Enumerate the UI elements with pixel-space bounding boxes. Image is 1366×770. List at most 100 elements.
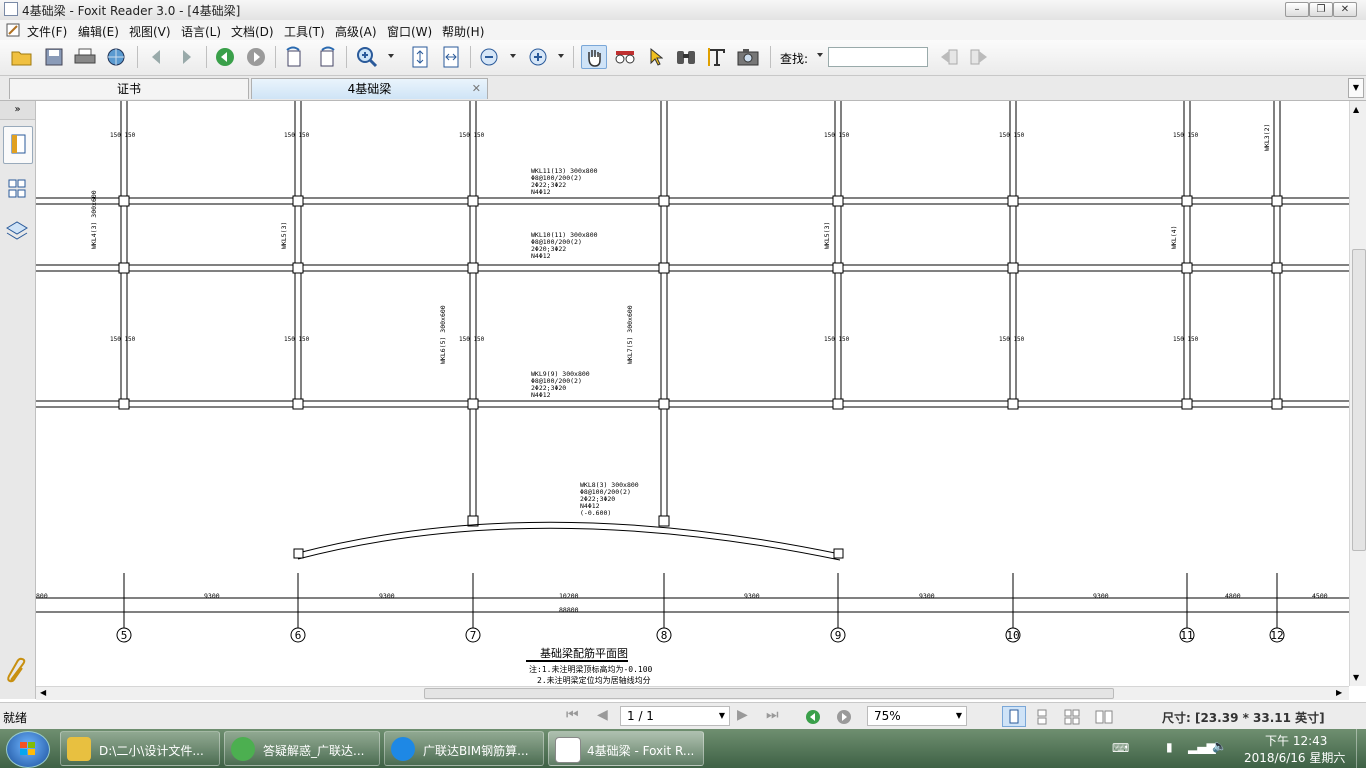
single-page-view-icon[interactable]	[1002, 706, 1026, 727]
zoom-dropdown-icon[interactable]: ▼	[956, 711, 962, 720]
minimize-button[interactable]: –	[1285, 2, 1309, 17]
dim-value: 800	[36, 592, 48, 600]
hand-tool-icon[interactable]	[581, 45, 607, 69]
menu-file[interactable]: 文件(F)	[27, 23, 67, 40]
menu-window[interactable]: 窗口(W)	[387, 23, 432, 40]
beam-label-wkl5: WKL5(3)	[823, 222, 831, 249]
tab-4-foundation-beam[interactable]: 4基础梁 ✕	[251, 78, 488, 99]
column-block	[1181, 195, 1193, 207]
horizontal-scrollbar[interactable]: ◀ ▶	[36, 686, 1349, 700]
column-dim-label: 150 150	[824, 336, 850, 343]
tab-close-icon[interactable]: ✕	[472, 79, 481, 99]
column-block	[292, 195, 304, 207]
beam-label-wkl11-side: N4Φ12	[531, 188, 551, 196]
continuous-facing-view-icon[interactable]	[1095, 709, 1113, 725]
back-arrow-icon[interactable]	[143, 45, 169, 69]
tray-device-icon[interactable]: ▮	[1166, 740, 1173, 754]
clock-time[interactable]: 下午 12:43	[1265, 732, 1327, 749]
menu-view[interactable]: 视图(V)	[129, 23, 171, 40]
search-input[interactable]	[828, 47, 928, 67]
zoom-in-dropdown[interactable]	[558, 54, 564, 58]
drawing-canvas: 150 150 150 150 150 150 150 150 150 150 150 1…	[36, 101, 1349, 685]
menu-tools[interactable]: 工具(T)	[284, 23, 325, 40]
menu-language[interactable]: 语言(L)	[181, 23, 221, 40]
save-icon[interactable]	[41, 45, 67, 69]
previous-page-icon[interactable]: ◀	[597, 707, 608, 723]
scroll-up-arrow[interactable]: ▲	[1353, 105, 1359, 114]
dim-value: 9300	[1093, 592, 1109, 600]
expand-panel-icon[interactable]: »	[0, 101, 35, 120]
find-previous-icon[interactable]	[936, 45, 962, 69]
print-icon[interactable]	[72, 45, 98, 69]
taskbar-item-explorer[interactable]: D:\二小\设计文件...	[60, 731, 220, 766]
page-dropdown-icon[interactable]: ▼	[719, 711, 725, 720]
menu-help[interactable]: 帮助(H)	[442, 23, 484, 40]
restore-button[interactable]: ❐	[1309, 2, 1333, 17]
show-desktop-button[interactable]	[1356, 729, 1366, 768]
go-back-icon[interactable]	[805, 709, 821, 725]
first-page-icon[interactable]: ⏮	[566, 707, 579, 723]
menu-advanced[interactable]: 高级(A)	[335, 23, 377, 40]
web-globe-icon[interactable]	[103, 45, 129, 69]
scroll-left-arrow[interactable]: ◀	[40, 688, 46, 697]
axis-number: 12	[1270, 629, 1283, 642]
keyboard-icon[interactable]: ⌨	[1112, 741, 1129, 755]
forward-arrow-icon[interactable]	[174, 45, 200, 69]
tab-list-dropdown[interactable]: ▼	[1348, 78, 1364, 98]
document-view[interactable]: 150 150 150 150 150 150 150 150 150 150 150 1…	[36, 101, 1349, 686]
menu-edit[interactable]: 编辑(E)	[78, 23, 119, 40]
taskbar-item-qa[interactable]: 答疑解惑_广联达...	[224, 731, 380, 766]
page-number-field[interactable]: 1 / 1 ▼	[620, 706, 730, 726]
select-arrow-icon[interactable]	[643, 45, 669, 69]
next-view-icon[interactable]	[243, 45, 269, 69]
page-thumbnails-icon[interactable]	[3, 171, 31, 207]
go-forward-icon[interactable]	[836, 709, 852, 725]
scroll-right-arrow[interactable]: ▶	[1336, 688, 1342, 697]
bookmarks-icon[interactable]	[3, 126, 33, 164]
find-binoculars-icon[interactable]	[673, 45, 699, 69]
clock-date[interactable]: 2018/6/16 星期六	[1244, 749, 1345, 766]
zoom-tool-icon[interactable]	[354, 45, 380, 69]
column-block	[832, 195, 844, 207]
column-dim-label: 150 150	[459, 132, 485, 139]
rotate-right-icon[interactable]	[313, 45, 339, 69]
zoom-in-icon[interactable]	[525, 45, 551, 69]
fit-page-icon[interactable]	[407, 45, 433, 69]
search-options-dropdown[interactable]	[817, 53, 823, 57]
next-page-icon[interactable]: ▶	[737, 707, 748, 723]
scroll-down-arrow[interactable]: ▼	[1353, 673, 1359, 682]
taskbar-item-foxit[interactable]: 4基础梁 - Foxit R...	[548, 731, 704, 766]
note-2: 2.未注明梁定位均为居轴线均分	[537, 675, 651, 685]
typewriter-text-icon[interactable]	[704, 45, 730, 69]
text-select-glasses-icon[interactable]	[612, 45, 638, 69]
volume-icon[interactable]: 🔈	[1212, 739, 1227, 753]
snapshot-camera-icon[interactable]	[735, 45, 761, 69]
fit-width-icon[interactable]	[438, 45, 464, 69]
tab-label: 4基础梁	[347, 82, 392, 96]
page-size-label: 尺寸: [23.39 * 33.11 英寸]	[1162, 711, 1325, 725]
rotate-left-icon[interactable]	[282, 45, 308, 69]
previous-view-icon[interactable]	[212, 45, 238, 69]
menu-document[interactable]: 文档(D)	[231, 23, 274, 40]
vertical-scroll-thumb[interactable]	[1352, 249, 1366, 551]
toolbar-separator	[573, 46, 574, 68]
axis-number: 11	[1180, 629, 1193, 642]
layers-icon[interactable]	[3, 213, 31, 249]
zoom-tool-dropdown[interactable]	[388, 54, 394, 58]
zoom-out-dropdown[interactable]	[510, 54, 516, 58]
facing-view-icon[interactable]	[1064, 709, 1080, 725]
open-folder-icon[interactable]	[9, 45, 35, 69]
continuous-view-icon[interactable]	[1034, 709, 1050, 725]
close-button[interactable]: ✕	[1333, 2, 1357, 17]
horizontal-scroll-thumb[interactable]	[424, 688, 1114, 699]
zoom-field[interactable]: 75% ▼	[867, 706, 967, 726]
last-page-icon[interactable]: ⏭	[766, 707, 779, 723]
taskbar-item-glodon[interactable]: 广联达BIM钢筋算...	[384, 731, 544, 766]
attachments-paperclip-icon[interactable]	[3, 656, 31, 686]
vertical-scrollbar[interactable]: ▲ ▼	[1349, 101, 1366, 686]
start-button[interactable]	[6, 731, 50, 768]
find-next-icon[interactable]	[966, 45, 992, 69]
tab-certificate[interactable]: 证书	[9, 78, 249, 99]
zoom-out-icon[interactable]	[476, 45, 502, 69]
column-block	[658, 398, 670, 410]
